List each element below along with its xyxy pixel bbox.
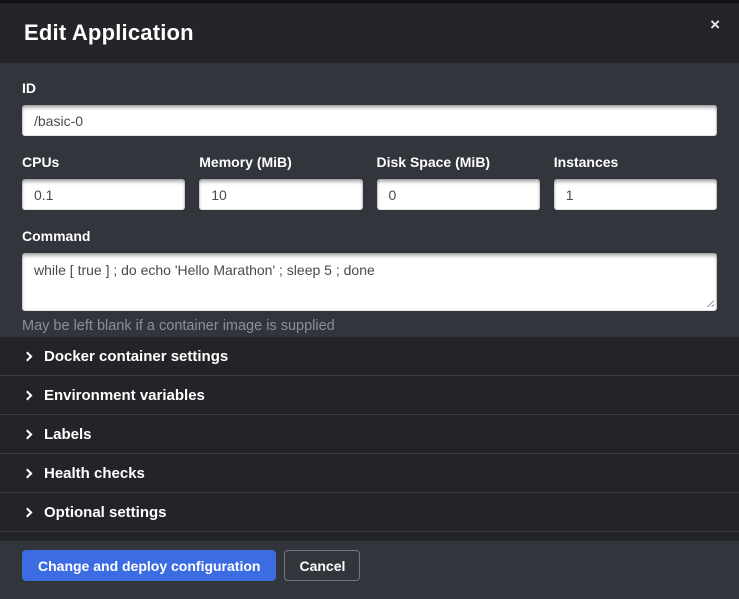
- modal-title: Edit Application: [24, 20, 194, 46]
- chevron-right-icon: [23, 351, 33, 361]
- chevron-right-icon: [23, 468, 33, 478]
- command-textarea[interactable]: while [ true ] ; do echo 'Hello Marathon…: [22, 253, 717, 311]
- section-labels[interactable]: Labels: [0, 415, 739, 454]
- disk-space-label: Disk Space (MiB): [377, 154, 540, 171]
- memory-label: Memory (MiB): [199, 154, 362, 171]
- id-label: ID: [22, 80, 717, 97]
- id-field-group: ID: [22, 80, 717, 136]
- instances-input[interactable]: [554, 179, 717, 210]
- change-and-deploy-button[interactable]: Change and deploy configuration: [22, 550, 276, 581]
- cpus-label: CPUs: [22, 154, 185, 171]
- modal-body: ID CPUs Memory (MiB) Disk Space (MiB) In…: [0, 63, 739, 337]
- disk-space-input[interactable]: [377, 179, 540, 210]
- section-label: Health checks: [44, 465, 145, 482]
- id-input[interactable]: [22, 105, 717, 136]
- memory-field-group: Memory (MiB): [199, 154, 362, 210]
- section-environment-variables[interactable]: Environment variables: [0, 376, 739, 415]
- section-health-checks[interactable]: Health checks: [0, 454, 739, 493]
- cpus-field-group: CPUs: [22, 154, 185, 210]
- disk-field-group: Disk Space (MiB): [377, 154, 540, 210]
- modal-header: Edit Application ×: [0, 3, 739, 63]
- resources-row: CPUs Memory (MiB) Disk Space (MiB) Insta…: [22, 154, 717, 210]
- collapsible-sections: Docker container settings Environment va…: [0, 337, 739, 541]
- cpus-input[interactable]: [22, 179, 185, 210]
- command-help-text: May be left blank if a container image i…: [22, 318, 717, 335]
- chevron-right-icon: [23, 390, 33, 400]
- command-textarea-wrap: while [ true ] ; do echo 'Hello Marathon…: [22, 253, 717, 311]
- command-field-group: Command while [ true ] ; do echo 'Hello …: [22, 228, 717, 335]
- section-label: Labels: [44, 426, 92, 443]
- memory-input[interactable]: [199, 179, 362, 210]
- section-label: Environment variables: [44, 387, 205, 404]
- edit-application-modal: Edit Application × ID CPUs Memory (MiB) …: [0, 0, 739, 599]
- section-label: Optional settings: [44, 504, 167, 521]
- section-optional-settings[interactable]: Optional settings: [0, 493, 739, 532]
- instances-label: Instances: [554, 154, 717, 171]
- section-docker-container-settings[interactable]: Docker container settings: [0, 337, 739, 376]
- chevron-right-icon: [23, 507, 33, 517]
- modal-footer: Change and deploy configuration Cancel: [0, 541, 739, 599]
- cancel-button[interactable]: Cancel: [284, 550, 360, 581]
- close-icon[interactable]: ×: [710, 16, 720, 33]
- chevron-right-icon: [23, 429, 33, 439]
- command-label: Command: [22, 228, 717, 245]
- section-label: Docker container settings: [44, 348, 228, 365]
- instances-field-group: Instances: [554, 154, 717, 210]
